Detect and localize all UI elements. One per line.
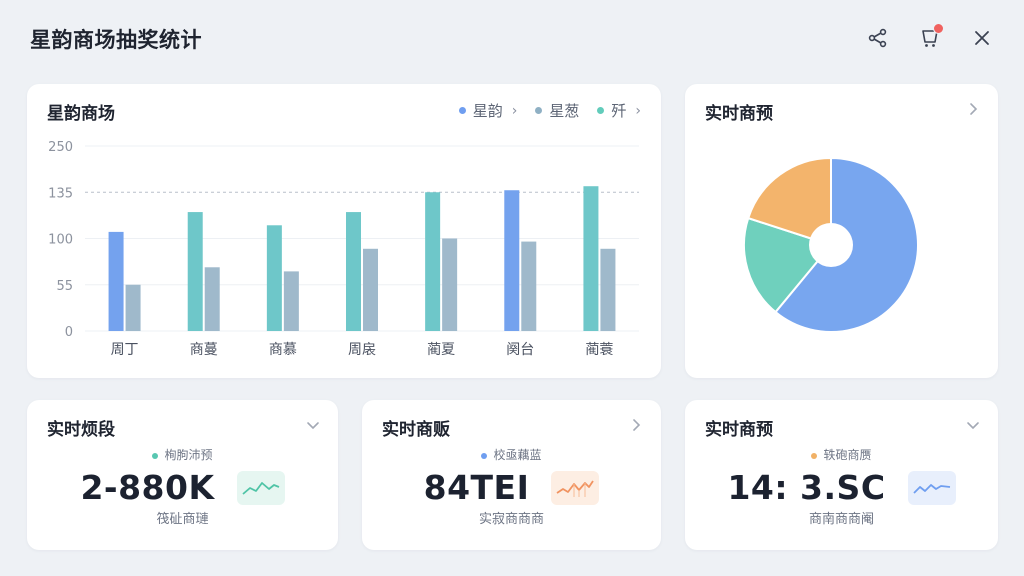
metric-subtitle: 栒朐沛预	[27, 446, 338, 463]
metric-title: 实时商预	[705, 420, 773, 440]
metric-card-2: 实时商贩 校亟藕蓝 84TEI 实寂商商商	[362, 400, 661, 550]
metric-title: 实时商贩	[382, 420, 450, 440]
metric-title: 实时烦段	[47, 420, 115, 440]
metric-subtitle-text: 轶砲商赝	[823, 448, 872, 462]
metric-row: 84TEI	[362, 468, 661, 507]
bar-歼[interactable]	[583, 186, 599, 331]
chevron-down-icon[interactable]	[964, 416, 982, 434]
bar-星葱[interactable]	[125, 284, 141, 331]
x-tick-label: 蔺蓑	[585, 342, 613, 358]
metric-card-1: 实时烦段 栒朐沛预 2-880K 筏砋商璉	[27, 400, 338, 550]
x-tick-label: 蔺夏	[427, 342, 455, 358]
sparkline-icon	[551, 470, 600, 505]
y-tick-label: 0	[65, 325, 73, 340]
metric-row: 14: 3.SC	[685, 468, 998, 507]
bar-歼[interactable]	[266, 225, 282, 331]
bar-歼[interactable]	[187, 212, 203, 331]
bar-歼[interactable]	[346, 212, 361, 331]
metric-subtitle: 校亟藕蓝	[362, 446, 661, 463]
bar-星韵[interactable]	[504, 190, 520, 331]
bar-chart-card: 星韵商场 星韵 › 星葱 歼 › 0 55 100 135 250 周丁 商蔓 商慕 周扆 蔺夏阕…	[27, 84, 661, 378]
donut-hole	[809, 223, 853, 267]
metric-footer: 实寂商商商	[478, 512, 544, 527]
bar-星葱[interactable]	[600, 248, 616, 331]
metric-value: 14: 3.SC	[727, 468, 886, 507]
x-tick-label: 阕台	[506, 342, 534, 358]
x-tick-label: 周丁	[111, 342, 139, 358]
bar-星葱[interactable]	[521, 241, 537, 331]
x-tick-label: 商慕	[269, 342, 297, 358]
metric-footer: 商南商商阉	[808, 512, 874, 527]
x-tick-label: 商蔓	[190, 342, 218, 358]
metric-subtitle-text: 栒朐沛预	[164, 448, 213, 462]
notification-badge	[933, 23, 944, 34]
sparkline-icon	[907, 470, 956, 505]
pie-chart	[743, 156, 919, 333]
metric-subtitle: 轶砲商赝	[685, 446, 998, 463]
bar-歼[interactable]	[425, 192, 441, 331]
close-icon[interactable]	[970, 26, 994, 50]
metric-card-3: 实时商预 轶砲商赝 14: 3.SC 商南商商阉	[685, 400, 998, 550]
sparkline-icon	[236, 470, 285, 505]
bar-星葱[interactable]	[363, 248, 378, 331]
top-bar: 星韵商场抽奖统计	[0, 0, 1024, 76]
metric-dot	[152, 452, 159, 459]
y-tick-label: 55	[56, 279, 73, 294]
chevron-down-icon[interactable]	[304, 416, 322, 434]
app-title: 星韵商场抽奖统计	[30, 28, 202, 52]
metric-dot	[811, 452, 818, 459]
y-tick-label: 135	[48, 186, 73, 201]
metric-row: 2-880K	[27, 468, 338, 507]
metric-dot	[481, 452, 488, 459]
bar-星葱[interactable]	[442, 238, 458, 332]
pie-chart-card: 实时商预	[685, 84, 998, 378]
notification-icon[interactable]	[918, 23, 944, 50]
chevron-right-icon[interactable]	[627, 416, 645, 434]
x-tick-label: 周扆	[348, 342, 376, 358]
metric-footer: 筏砋商璉	[156, 512, 209, 527]
metric-subtitle-text: 校亟藕蓝	[493, 448, 542, 462]
bar-星韵[interactable]	[108, 231, 124, 331]
y-tick-label: 100	[48, 233, 73, 248]
y-tick-label: 250	[48, 140, 73, 155]
metric-value: 2-880K	[80, 468, 215, 507]
top-actions	[866, 23, 994, 50]
share-icon[interactable]	[866, 26, 890, 50]
metric-value: 84TEI	[423, 468, 530, 507]
bar-chart: 0 55 100 135 250 周丁 商蔓 商慕 周扆 蔺夏 阕台 蔺蓑	[48, 140, 639, 358]
bar-星葱[interactable]	[204, 267, 220, 331]
bar-星葱[interactable]	[283, 271, 299, 331]
